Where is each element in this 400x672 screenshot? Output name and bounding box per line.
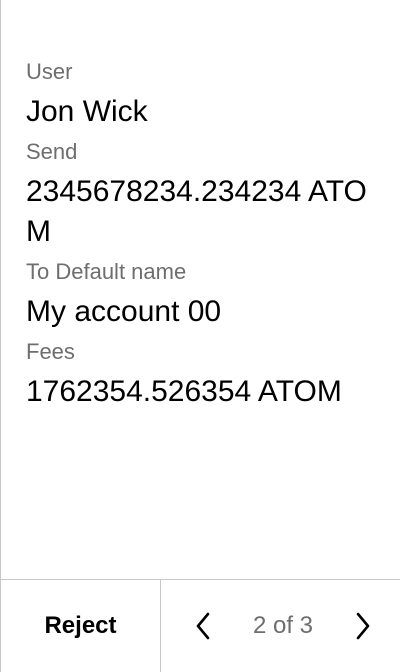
pagination: 2 of 3 [161, 580, 400, 672]
chevron-left-icon [196, 612, 210, 640]
previous-page-button[interactable] [191, 610, 215, 642]
to-value: My account 00 [26, 295, 222, 328]
chevron-right-icon [356, 612, 370, 640]
fees-label: Fees [26, 339, 75, 364]
send-label: Send [26, 139, 78, 164]
to-label: To Default name [26, 259, 187, 284]
user-label: User [26, 59, 73, 84]
reject-button[interactable]: Reject [1, 580, 161, 672]
next-page-button[interactable] [351, 610, 375, 642]
user-value: Jon Wick [26, 95, 148, 128]
send-value: 2345678234.234234 ATOM [26, 175, 367, 248]
review-screen: User Jon Wick Send 2345678234.234234 ATO… [0, 0, 400, 672]
page-indicator: 2 of 3 [252, 612, 314, 639]
transaction-details: User Jon Wick Send 2345678234.234234 ATO… [26, 58, 376, 412]
fees-value: 1762354.526354 ATOM [26, 375, 342, 408]
footer-bar: Reject 2 of 3 [1, 579, 400, 672]
